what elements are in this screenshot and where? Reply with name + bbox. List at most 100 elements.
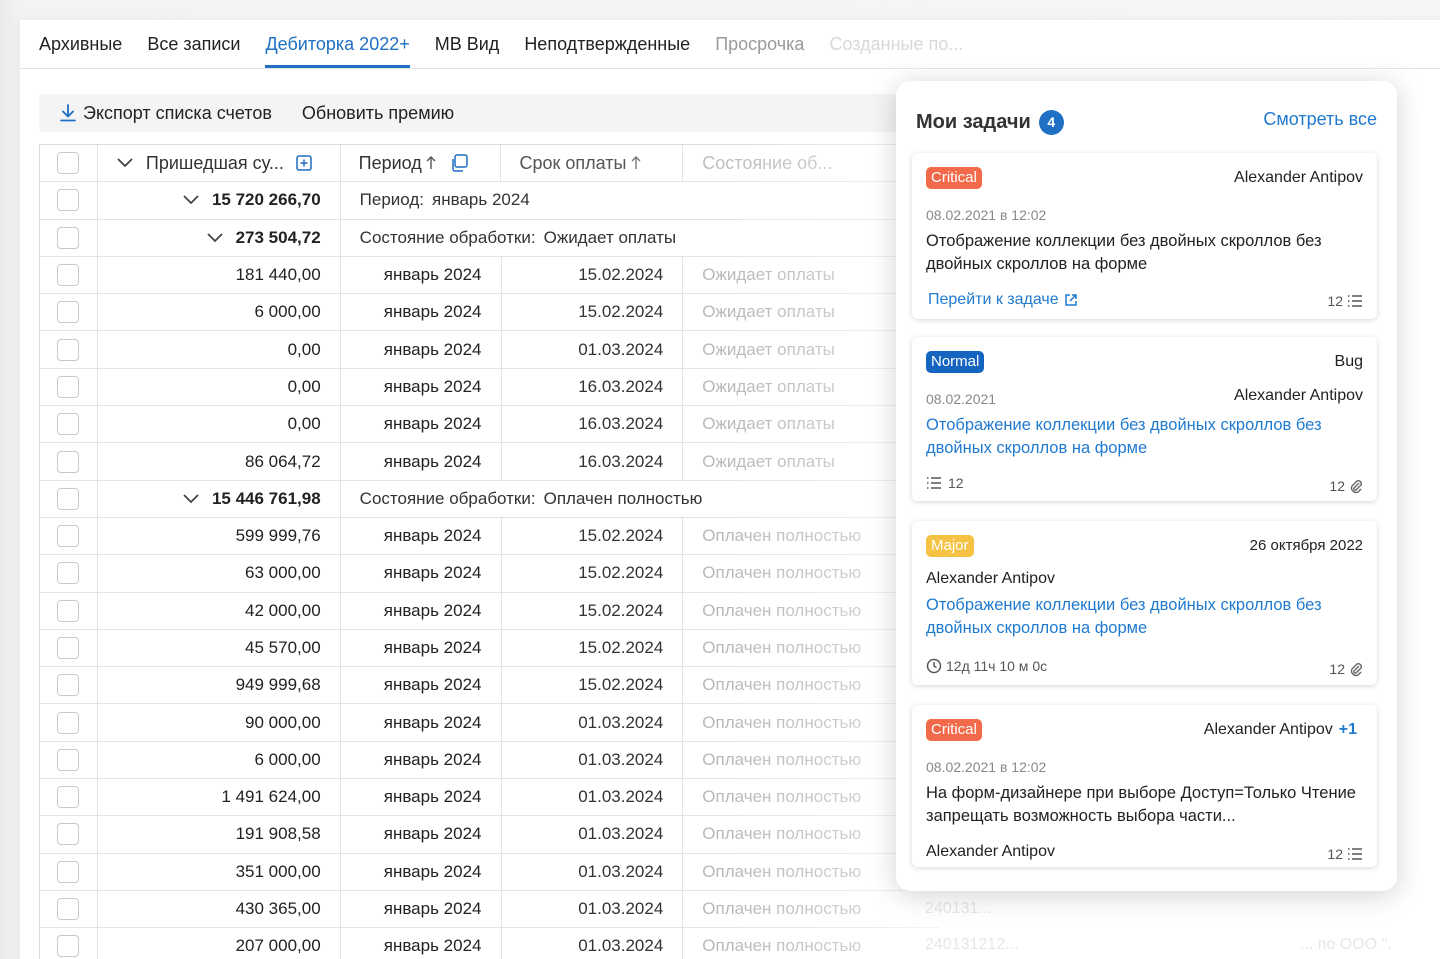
table-row[interactable]: 949 999,68 январь 2024 15.02.2024 Оплачен п… <box>40 667 939 705</box>
chevron-down-icon[interactable] <box>182 493 200 505</box>
priority-badge: Critical <box>926 167 982 189</box>
row-checkbox[interactable] <box>57 748 80 771</box>
table-row[interactable]: 0,00 январь 2024 16.03.2024 Ожидает оплаты <box>40 406 939 444</box>
task-card[interactable]: Normal Bug 08.02.2021 Alexander Antipov … <box>912 337 1377 501</box>
tab-mb-view[interactable]: MB Вид <box>435 20 500 69</box>
task-description-link[interactable]: Отображение коллекции без двойных скролл… <box>926 414 1356 460</box>
export-button[interactable]: Экспорт списка счетов <box>59 103 272 124</box>
group-row-awaiting[interactable]: 273 504,72 Состояние обработки: Ожидает … <box>40 219 939 257</box>
subtasks-count: 12 <box>1327 846 1363 862</box>
table-row[interactable]: 599 999,76 январь 2024 15.02.2024 Оплачен п… <box>40 517 939 556</box>
group-value: Оплачен полностью <box>543 488 703 508</box>
list-icon <box>927 477 941 489</box>
row-checkbox[interactable] <box>57 189 80 212</box>
row-checkbox[interactable] <box>57 935 80 958</box>
cell-state: Оплачен полностью <box>702 899 862 919</box>
refresh-bonus-button[interactable]: Обновить премию <box>302 103 454 124</box>
my-tasks-panel: Мои задачи 4 Смотреть все Critical Alexa… <box>896 81 1397 891</box>
see-all-link[interactable]: Смотреть все <box>1263 109 1377 130</box>
row-checkbox[interactable] <box>57 637 80 659</box>
task-card[interactable]: Major 26 октября 2022 Alexander Antipov … <box>912 521 1377 685</box>
assignee-group: Alexander Antipov +1 <box>1204 721 1357 739</box>
table-row[interactable]: 6 000,00 январь 2024 15.02.2024 Ожидает опл… <box>40 294 939 332</box>
row-checkbox[interactable] <box>57 898 80 921</box>
header-due-label: Срок оплаты <box>519 152 627 173</box>
tab-bar: Архивные Все записи Дебиторка 2022+ MB В… <box>20 20 1440 69</box>
task-date: 26 октября 2022 <box>1249 537 1363 554</box>
tab-unconfirmed[interactable]: Неподтвержденные <box>524 20 690 69</box>
row-checkbox[interactable] <box>57 562 80 585</box>
cell-amount: 86 064,72 <box>98 443 341 480</box>
row-checkbox[interactable] <box>57 525 80 548</box>
cell-amount: 207 000,00 <box>98 928 341 959</box>
cell-period: январь 2024 <box>341 294 502 331</box>
table-header: Пришедшая су... Период Срок оплаты Состо… <box>40 145 939 183</box>
row-checkbox[interactable] <box>57 301 80 324</box>
row-checkbox[interactable] <box>57 674 80 697</box>
row-checkbox[interactable] <box>57 375 80 398</box>
tab-receivables[interactable]: Дебиторка 2022+ <box>265 20 411 69</box>
add-column-icon[interactable] <box>296 155 312 171</box>
row-checkbox[interactable] <box>57 413 80 436</box>
chevron-down-icon[interactable] <box>116 157 134 169</box>
table-row[interactable]: 1 491 624,00 январь 2024 01.03.2024 Оплачен… <box>40 779 939 817</box>
table-row[interactable]: 86 064,72 январь 2024 16.03.2024 Ожидает оп… <box>40 443 939 481</box>
background-code: 240131212... <box>925 936 1019 953</box>
row-checkbox[interactable] <box>57 226 80 249</box>
table-row[interactable]: 181 440,00 январь 2024 15.02.2024 Ожидает о… <box>40 256 939 295</box>
header-amount[interactable]: Пришедшая су... <box>98 145 341 182</box>
table-row[interactable]: 90 000,00 январь 2024 01.03.2024 Оплачен по… <box>40 704 939 742</box>
table-row[interactable]: 351 000,00 январь 2024 01.03.2024 Оплачен п… <box>40 853 939 891</box>
tab-overdue[interactable]: Просрочка <box>715 20 804 69</box>
external-link-icon <box>1064 294 1077 306</box>
background-code: 240131... <box>925 900 992 917</box>
table-row[interactable]: 207 000,00 январь 2024 01.03.2024 Оплачен п… <box>40 928 939 959</box>
group-key: Состояние обработки: <box>359 227 536 247</box>
row-checkbox[interactable] <box>57 487 80 510</box>
table-row[interactable]: 6 000,00 январь 2024 01.03.2024 Оплачен пол… <box>40 741 939 780</box>
row-checkbox[interactable] <box>57 450 80 473</box>
row-checkbox[interactable] <box>57 338 80 361</box>
group-row-paid[interactable]: 15 446 761,98 Состояние обработки: Оплач… <box>40 480 939 518</box>
table-row[interactable]: 191 908,58 январь 2024 01.03.2024 Оплачен п… <box>40 816 939 854</box>
subtasks-count-value: 12 <box>1327 293 1343 309</box>
row-checkbox[interactable] <box>57 599 80 622</box>
cell-amount: 6 000,00 <box>98 294 341 331</box>
attachments-count-value: 12 <box>1329 661 1345 677</box>
table-row[interactable]: 42 000,00 январь 2024 15.02.2024 Оплачен по… <box>40 592 939 630</box>
table-row[interactable]: 0,00 январь 2024 01.03.2024 Ожидает оплаты <box>40 331 939 369</box>
priority-badge: Critical <box>926 719 982 741</box>
cell-period: январь 2024 <box>341 331 502 368</box>
table-row[interactable]: 0,00 январь 2024 16.03.2024 Ожидает оплаты <box>40 368 939 407</box>
row-checkbox[interactable] <box>57 823 80 846</box>
select-all-checkbox[interactable] <box>57 152 80 175</box>
row-checkbox[interactable] <box>57 860 80 883</box>
table-row[interactable]: 45 570,00 январь 2024 15.02.2024 Оплачен по… <box>40 629 939 668</box>
cell-amount: 430 365,00 <box>98 890 341 928</box>
cell-period: январь 2024 <box>341 667 502 704</box>
tab-created[interactable]: Созданные по... <box>829 20 963 69</box>
sort-up-icon[interactable] <box>426 155 436 171</box>
extra-assignees[interactable]: +1 <box>1339 721 1357 738</box>
row-checkbox[interactable] <box>57 711 80 734</box>
task-description-link[interactable]: Отображение коллекции без двойных скролл… <box>926 594 1356 640</box>
table-row[interactable]: 430 365,00 январь 2024 01.03.2024 Оплачен п… <box>40 890 939 929</box>
group-value: январь 2024 <box>432 190 530 210</box>
copy-icon[interactable] <box>450 154 468 172</box>
row-checkbox[interactable] <box>57 786 80 809</box>
task-card[interactable]: Critical Alexander Antipov +1 08.02.2021 … <box>912 705 1377 867</box>
go-to-task-link[interactable]: Перейти к задаче <box>928 291 1078 309</box>
group-row-period[interactable]: 15 720 266,70 Период: январь 2024 <box>40 182 939 220</box>
header-due-date[interactable]: Срок оплаты <box>501 145 684 182</box>
group-total: 15 446 761,98 <box>211 488 321 508</box>
tab-archive[interactable]: Архивные <box>39 20 122 69</box>
task-card[interactable]: Critical Alexander Antipov 08.02.2021 в … <box>912 153 1377 319</box>
chevron-down-icon[interactable] <box>182 194 200 206</box>
row-checkbox[interactable] <box>57 264 80 287</box>
sort-up-icon[interactable] <box>631 155 641 171</box>
header-period[interactable]: Период <box>341 145 502 182</box>
tab-all-records[interactable]: Все записи <box>147 20 240 69</box>
paperclip-icon <box>1350 480 1362 494</box>
chevron-down-icon[interactable] <box>206 232 224 244</box>
table-row[interactable]: 63 000,00 январь 2024 15.02.2024 Оплачен по… <box>40 555 939 593</box>
